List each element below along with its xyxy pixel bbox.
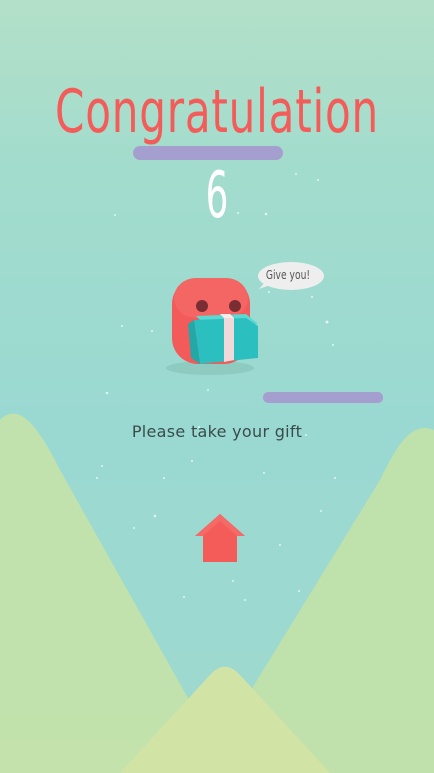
score-value: 6 xyxy=(205,159,229,233)
home-button[interactable] xyxy=(193,512,247,564)
game-over-screen: Congratulation 6 Give you! Please take y… xyxy=(0,0,434,773)
congratulation-title: Congratulation xyxy=(55,77,379,147)
score-bar xyxy=(133,146,283,160)
speech-bubble-text: Give you! xyxy=(265,268,311,282)
gift-message: Please take your gift xyxy=(131,422,303,441)
home-icon xyxy=(195,514,245,562)
floating-platform xyxy=(263,392,383,403)
